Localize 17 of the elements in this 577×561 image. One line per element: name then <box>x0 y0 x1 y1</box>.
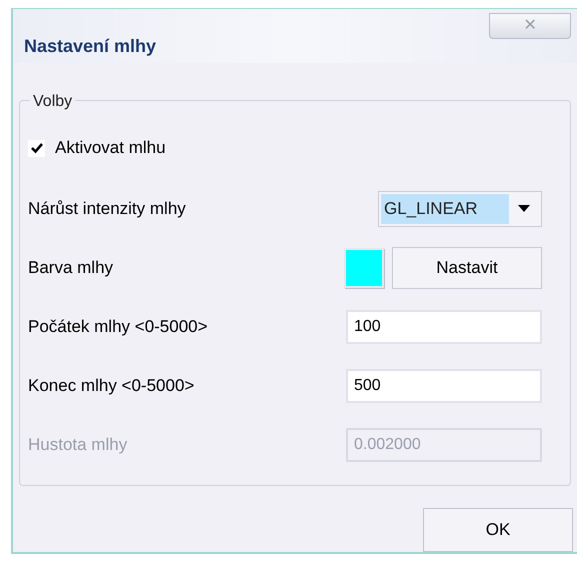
dropdown[interactable]: GL_LINEAR <box>378 190 542 227</box>
ok-button[interactable]: OK <box>423 508 573 552</box>
input-field[interactable]: 500 <box>346 368 542 403</box>
color-swatch[interactable] <box>344 248 384 288</box>
dropdown-arrow-icon <box>518 204 530 213</box>
check-icon <box>30 141 44 156</box>
window-title: Nastavení mlhy <box>24 35 156 58</box>
field-label: Barva mlhy <box>28 256 114 279</box>
set-color-button[interactable]: Nastavit <box>392 246 542 289</box>
field-label: Hustota mlhy <box>28 434 128 456</box>
dropdown-value: GL_LINEAR <box>381 194 509 224</box>
field-label: Konec mlhy <0-5000> <box>28 374 194 397</box>
input-field[interactable]: 100 <box>346 310 542 344</box>
field-label: Počátek mlhy <0-5000> <box>28 316 208 338</box>
checkbox[interactable] <box>28 140 45 157</box>
checkbox-label: Aktivovat mlhu <box>55 137 166 160</box>
field-label: Nárůst intenzity mlhy <box>28 198 186 220</box>
